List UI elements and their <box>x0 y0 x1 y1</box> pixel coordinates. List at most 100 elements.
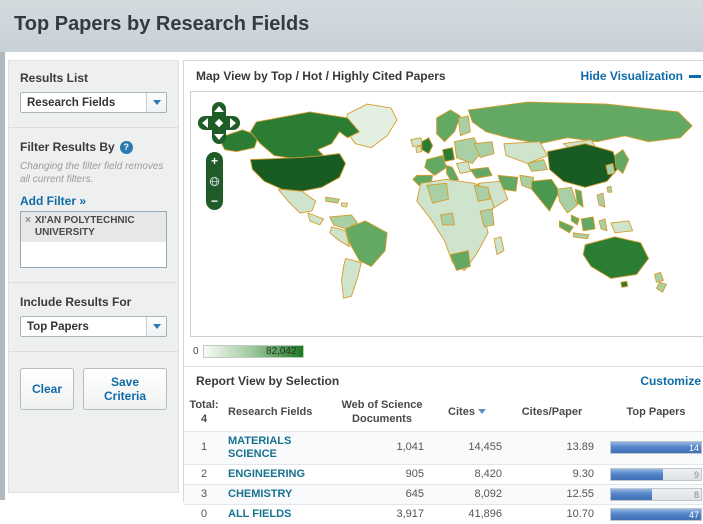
map-country[interactable] <box>606 185 613 193</box>
map-country[interactable] <box>249 111 360 160</box>
map-country[interactable] <box>436 109 461 143</box>
column-cites[interactable]: Cites <box>428 395 506 431</box>
map-country[interactable] <box>570 214 580 226</box>
include-results-dropdown-button[interactable] <box>146 317 166 336</box>
results-list-select[interactable]: Research Fields <box>20 92 167 113</box>
map-pan-control[interactable] <box>198 102 240 144</box>
map-country[interactable] <box>531 178 560 212</box>
map-country[interactable] <box>610 220 634 234</box>
results-list-label: Results List <box>20 71 89 85</box>
map-country[interactable] <box>493 236 505 256</box>
column-documents[interactable]: Web of Science Documents <box>336 395 428 431</box>
pan-right-icon[interactable] <box>230 118 236 128</box>
add-filter-link[interactable]: Add Filter » <box>20 194 86 208</box>
column-research-fields[interactable]: Research Fields <box>224 395 336 431</box>
help-icon[interactable]: ? <box>119 140 133 154</box>
map-country[interactable] <box>415 145 423 154</box>
map-country[interactable] <box>341 258 362 299</box>
row-rank: 3 <box>184 484 224 505</box>
map-country[interactable] <box>469 167 493 179</box>
map-country[interactable] <box>620 280 629 288</box>
map-country[interactable] <box>656 281 667 293</box>
map-country[interactable] <box>440 212 455 226</box>
bar-fill <box>611 509 701 521</box>
total-header: Total: 4 <box>184 395 224 431</box>
clear-button[interactable]: Clear <box>20 368 75 410</box>
field-link[interactable]: MATERIALS SCIENCE <box>228 435 291 460</box>
table-header-row: Total: 4 Research Fields Web of Science … <box>184 395 703 431</box>
cites-value: 8,092 <box>428 484 506 505</box>
report-table: Total: 4 Research Fields Web of Science … <box>184 395 703 524</box>
table-row: 1 MATERIALS SCIENCE 1,041 14,455 13.89 1… <box>184 430 703 465</box>
total-label: Total: <box>189 399 219 411</box>
cites-per-paper-value: 9.30 <box>506 463 598 485</box>
map-country[interactable] <box>325 196 341 204</box>
documents-value: 1,041 <box>336 430 428 465</box>
top-papers-bar: 14 <box>610 441 702 455</box>
map-country[interactable] <box>421 137 434 155</box>
map-country[interactable] <box>580 216 596 232</box>
map-country[interactable] <box>654 271 664 283</box>
filter-tag: × XI'AN POLYTECHNIC UNIVERSITY <box>21 212 166 242</box>
pan-up-icon[interactable] <box>214 106 224 112</box>
map-country[interactable] <box>582 236 650 279</box>
field-link[interactable]: ALL FIELDS <box>228 508 291 520</box>
include-results-select[interactable]: Top Papers <box>20 316 167 337</box>
chevron-down-icon <box>152 324 161 329</box>
left-edge-strip <box>0 52 5 500</box>
world-map[interactable] <box>191 92 703 336</box>
column-cites-per-paper[interactable]: Cites/Paper <box>506 395 598 431</box>
globe-icon[interactable] <box>209 176 220 187</box>
hide-visualization-link[interactable]: Hide Visualization <box>581 69 701 83</box>
results-list-dropdown-button[interactable] <box>146 93 166 112</box>
cites-value: 8,420 <box>428 463 506 485</box>
sort-descending-icon <box>477 409 486 415</box>
zoom-out-icon[interactable]: − <box>211 195 218 207</box>
map-country[interactable] <box>596 192 606 208</box>
hide-visualization-label: Hide Visualization <box>580 69 683 83</box>
page-title: Top Papers by Research Fields <box>14 13 310 35</box>
map-country[interactable] <box>345 220 388 267</box>
map-country[interactable] <box>249 153 346 192</box>
filter-note: Changing the filter field removes all cu… <box>20 161 164 185</box>
map-country[interactable] <box>277 188 317 214</box>
map-country[interactable] <box>424 155 447 176</box>
row-rank: 1 <box>184 430 224 465</box>
table-row: 0 ALL FIELDS 3,917 41,896 10.70 47 <box>184 504 703 524</box>
map-country[interactable] <box>605 163 616 175</box>
map-country[interactable] <box>307 212 325 226</box>
row-rank: 2 <box>184 463 224 485</box>
top-papers-value: 9 <box>693 469 699 480</box>
map-country[interactable] <box>455 161 471 174</box>
sidebar: Results List Research Fields Filter Resu… <box>8 60 179 493</box>
cites-per-paper-value: 13.89 <box>506 430 598 465</box>
map-country[interactable] <box>442 147 455 162</box>
save-criteria-button[interactable]: Save Criteria <box>83 368 167 410</box>
field-link[interactable]: ENGINEERING <box>228 468 305 480</box>
sidebar-divider <box>9 282 178 283</box>
map-country[interactable] <box>457 115 471 137</box>
filter-list-box[interactable]: × XI'AN POLYTECHNIC UNIVERSITY <box>20 211 167 268</box>
map-country[interactable] <box>572 232 590 240</box>
column-top-papers[interactable]: Top Papers <box>598 395 703 431</box>
minus-icon <box>689 74 701 78</box>
include-results-value: Top Papers <box>27 321 89 333</box>
map-country[interactable] <box>453 137 481 164</box>
map-country[interactable] <box>450 250 471 271</box>
map-country[interactable] <box>598 218 608 232</box>
main-panel: Map View by Top / Hot / Highly Cited Pap… <box>183 60 703 524</box>
filter-tag-label: XI'AN POLYTECHNIC UNIVERSITY <box>34 215 135 238</box>
map-country[interactable] <box>556 186 578 214</box>
pan-down-icon[interactable] <box>214 134 224 140</box>
total-value: 4 <box>200 412 208 425</box>
zoom-in-icon[interactable]: + <box>211 155 218 167</box>
field-link[interactable]: CHEMISTRY <box>228 488 292 500</box>
map-zoom-control[interactable]: + − <box>206 152 223 210</box>
customize-link[interactable]: Customize <box>640 374 701 388</box>
remove-filter-icon[interactable]: × <box>25 215 31 239</box>
map-country[interactable] <box>341 202 348 208</box>
map-country[interactable] <box>558 220 574 234</box>
map-country[interactable] <box>467 101 693 145</box>
pan-left-icon[interactable] <box>202 118 208 128</box>
map-legend: 0 82,042 <box>184 337 703 361</box>
